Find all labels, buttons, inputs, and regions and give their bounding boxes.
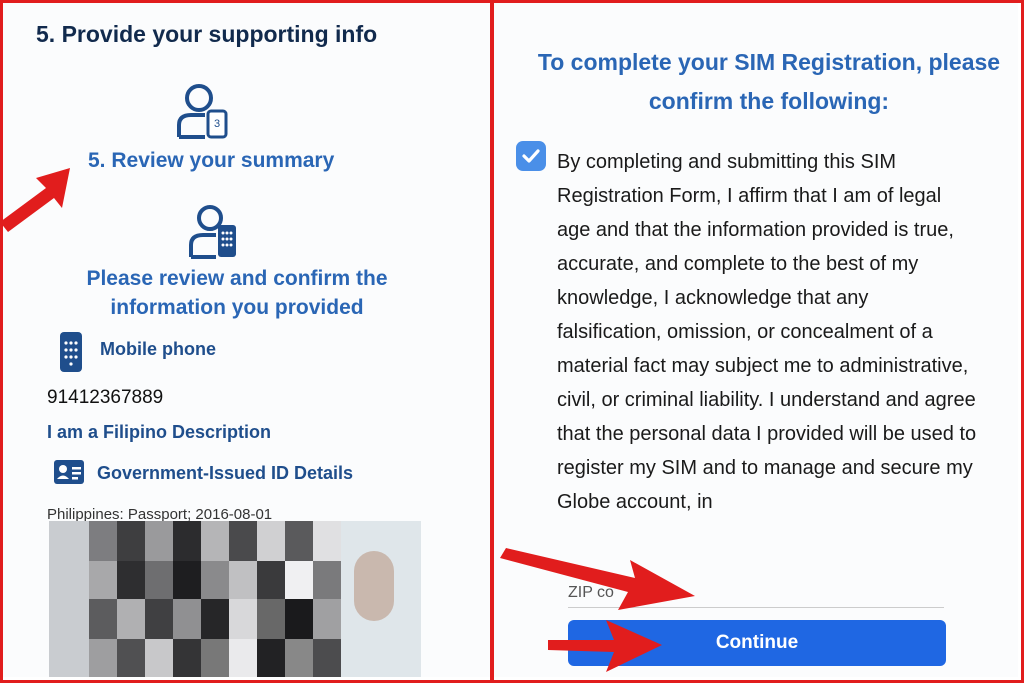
mobile-label: Mobile phone <box>100 339 216 359</box>
red-arrow-icon <box>548 620 662 672</box>
id-card-icon <box>54 460 84 484</box>
mobile-phone-icon <box>60 332 82 372</box>
mobile-number: 91412367889 <box>47 387 164 408</box>
user-phone-icon <box>189 205 236 259</box>
agreement-text: By completing and submitting this SIM Re… <box>557 151 977 513</box>
user-step-icon: 3 <box>177 84 228 139</box>
filipino-description: I am a Filipino Description <box>47 422 272 442</box>
agree-checkbox[interactable] <box>516 141 546 171</box>
checkmark-icon <box>522 149 540 163</box>
review-title: Please review and confirm the informatio… <box>86 267 388 319</box>
step5-heading: 5. Provide your supporting info <box>36 21 378 47</box>
left-panel: 5. Provide your supporting info 3 5. Rev… <box>3 3 490 677</box>
confirm-title: To complete your SIM Registration, pleas… <box>537 49 1001 114</box>
gov-id-label: Government-Issued ID Details <box>97 463 354 483</box>
step-current-title: 5. Review your summary <box>88 149 335 172</box>
red-arrow-icon <box>0 168 70 232</box>
red-arrow-icon <box>500 548 695 610</box>
svg-text:3: 3 <box>214 118 220 130</box>
id-photo-pixelated <box>49 521 421 677</box>
